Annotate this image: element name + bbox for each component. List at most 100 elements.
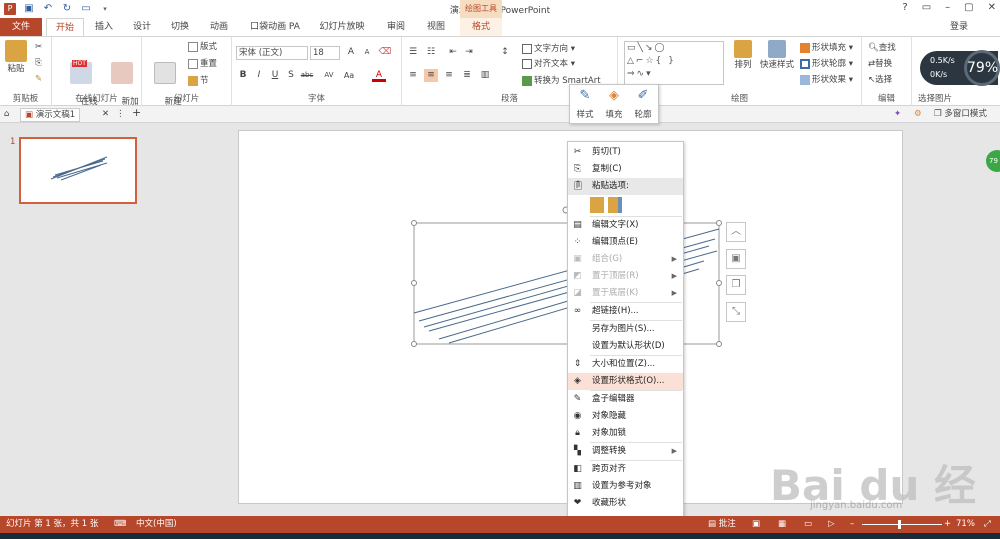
anchor-icon[interactable]: ▣ — [726, 249, 746, 269]
new-doc-tab-icon[interactable]: + — [132, 107, 141, 119]
language[interactable]: 中文(中国) — [136, 516, 177, 533]
shape-oval-icon[interactable]: ◯ — [654, 43, 666, 53]
outline-button[interactable]: ✐ 轮廓 — [630, 87, 656, 120]
char-spacing-icon[interactable]: AV — [322, 69, 336, 82]
find-button[interactable]: 🔍︎查找 — [868, 42, 896, 54]
menu-item-lock-object[interactable]: 🔒︎ 对象加锁 — [568, 425, 683, 442]
zoom-slider-thumb[interactable] — [898, 520, 901, 529]
menu-item-edit-points[interactable]: ⁘ 编辑顶点(E) — [568, 234, 683, 251]
menu-item-edit-text[interactable]: ▤ 编辑文字(X) — [568, 217, 683, 234]
redo-icon[interactable]: ↻ — [61, 3, 73, 15]
tab-nav-icon[interactable]: ⌂ — [4, 108, 9, 120]
layout-options-icon[interactable]: ︿ — [726, 222, 746, 242]
menu-item-hyperlink[interactable]: ∞ 超链接(H)... — [568, 303, 683, 320]
menu-item-send-to-back[interactable]: ◪ 置于底层(K) ▶ — [568, 285, 683, 302]
maximize-button[interactable]: ▢ — [964, 2, 973, 13]
align-left-icon[interactable]: ≡ — [406, 69, 420, 82]
format-painter-icon[interactable]: ✎ — [35, 73, 42, 85]
document-tab[interactable]: ▣ 演示文稿1 — [20, 108, 81, 122]
slide-sorter-icon[interactable]: ▦ — [778, 516, 786, 533]
shape-curve-icon[interactable]: ∿ — [637, 69, 647, 79]
shape-more-icon[interactable]: ▾ — [646, 69, 653, 79]
shapes-gallery[interactable]: ▭╲↘◯ △⌐☆{ } ⇒∿▾ — [624, 41, 724, 85]
slideshow-view-icon[interactable]: ▷ — [828, 516, 835, 533]
shadow-icon[interactable]: S — [284, 69, 298, 82]
shape-line-icon[interactable]: ╲ — [638, 43, 645, 53]
justify-icon[interactable]: ≣ — [460, 69, 474, 82]
zoom-level[interactable]: 71% — [956, 516, 975, 533]
tab-format[interactable]: 格式 — [460, 18, 502, 36]
section-button[interactable]: 节 — [188, 75, 209, 87]
normal-view-icon[interactable]: ▣ — [752, 516, 760, 533]
menu-item-bring-to-front[interactable]: ◩ 置于顶层(R) ▶ — [568, 268, 683, 285]
select-button[interactable]: ↖选择 — [868, 74, 892, 86]
shape-star-icon[interactable]: ☆ — [645, 56, 655, 66]
cut-icon[interactable]: ✂ — [35, 41, 42, 53]
tab-insert[interactable]: 插入 — [86, 18, 122, 36]
ribbon-display-button[interactable]: ▭ — [922, 2, 931, 13]
minimize-button[interactable]: – — [945, 2, 950, 13]
menu-item-save-as-picture[interactable]: 另存为图片(S)... — [568, 321, 683, 338]
align-right-icon[interactable]: ≡ — [442, 69, 456, 82]
replace-button[interactable]: ⇄替换 — [868, 58, 892, 70]
shape-fill-button[interactable]: 形状填充 ▾ — [800, 42, 853, 54]
menu-item-collect-shape[interactable]: ❤ 收藏形状 — [568, 495, 683, 512]
menu-item-adjust-convert[interactable]: ▚ 调整转换 ▶ — [568, 443, 683, 460]
shape-outline-button[interactable]: 形状轮廓 ▾ — [800, 58, 853, 70]
columns-icon[interactable]: ▥ — [478, 69, 492, 82]
menu-item-cross-page-align[interactable]: ◧ 跨页对齐 — [568, 461, 683, 478]
reset-button[interactable]: 重置 — [188, 58, 217, 70]
strikethrough-icon[interactable]: abc — [300, 69, 314, 82]
align-text-button[interactable]: 对齐文本 ▾ — [522, 58, 575, 70]
tab-slideshow[interactable]: 幻灯片放映 — [312, 18, 372, 36]
tab-home[interactable]: 开始 — [46, 18, 84, 36]
numbering-icon[interactable]: ☷ — [424, 46, 438, 59]
shape-brace-icon[interactable]: { } — [656, 56, 676, 66]
shrink-font-icon[interactable]: A — [360, 46, 374, 59]
shape-effects-button[interactable]: 形状效果 ▾ — [800, 74, 853, 86]
tab-view[interactable]: 视图 — [418, 18, 454, 36]
menu-item-size-and-position[interactable]: ⇕ 大小和位置(Z)... — [568, 356, 683, 373]
paste-keep-source-icon[interactable] — [590, 197, 604, 213]
menu-item-cut[interactable]: ✂ 剪切(T) — [568, 144, 683, 161]
line-spacing-icon[interactable]: ↕ — [498, 46, 512, 59]
multi-window-button[interactable]: ❐ 多窗口模式 — [934, 108, 987, 120]
menu-item-format-shape[interactable]: ◈ 设置形状格式(O)... — [568, 373, 683, 390]
fit-to-window-icon[interactable]: ⤢ — [984, 516, 991, 533]
menu-item-set-default-shape[interactable]: 设置为默认形状(D) — [568, 338, 683, 355]
save-icon[interactable]: ▣ — [23, 3, 35, 15]
menu-item-group[interactable]: ▣ 组合(G) ▶ — [568, 251, 683, 268]
layout-button[interactable]: 版式 — [188, 41, 217, 53]
font-name-combo[interactable]: 宋体 (正文) — [236, 46, 308, 60]
menu-item-copy[interactable]: ⎘ 复制(C) — [568, 161, 683, 178]
clear-format-icon[interactable]: ⌫ — [378, 46, 392, 59]
shape-right-arrow-icon[interactable]: ⇒ — [627, 69, 637, 79]
quick-styles-button[interactable]: 快速样式 — [758, 40, 796, 71]
shape-rect-icon[interactable]: ▭ — [627, 43, 638, 53]
style-button[interactable]: ✎ 样式 — [572, 87, 598, 120]
bullets-icon[interactable]: ☰ — [406, 46, 420, 59]
help-button[interactable]: ? — [902, 2, 907, 13]
menu-item-set-reference-object[interactable]: ▥ 设置为参考对象 — [568, 478, 683, 495]
tab-pocket-animation[interactable]: 口袋动画 PA — [242, 18, 308, 36]
close-button[interactable]: ✕ — [988, 2, 996, 13]
settings-gear-icon[interactable]: ⚙ — [914, 108, 922, 120]
start-slideshow-icon[interactable]: ▭ — [80, 3, 92, 15]
copy-shape-icon[interactable]: ❐ — [726, 275, 746, 295]
grow-font-icon[interactable]: A — [344, 46, 358, 59]
customize-qat-icon[interactable]: ▾ — [99, 3, 111, 15]
shape-triangle-icon[interactable]: △ — [627, 56, 636, 66]
fill-button[interactable]: ◈ 填充 — [601, 87, 627, 120]
zoom-in-icon[interactable]: + — [944, 516, 951, 533]
close-doc-tab-icon[interactable]: ✕ — [102, 108, 109, 120]
tab-review[interactable]: 审阅 — [378, 18, 414, 36]
change-case-icon[interactable]: Aa — [342, 69, 356, 82]
spellcheck-icon[interactable]: ⌨ — [114, 516, 126, 533]
decrease-indent-icon[interactable]: ⇤ — [446, 46, 460, 59]
align-center-icon[interactable]: ≡ — [424, 69, 438, 82]
font-size-combo[interactable]: 18 — [310, 46, 340, 60]
paste-picture-icon[interactable] — [608, 197, 622, 213]
copy-icon[interactable]: ⎘ — [35, 57, 42, 69]
undo-icon[interactable]: ↶ — [42, 3, 54, 15]
text-direction-button[interactable]: 文字方向 ▾ — [522, 43, 575, 55]
